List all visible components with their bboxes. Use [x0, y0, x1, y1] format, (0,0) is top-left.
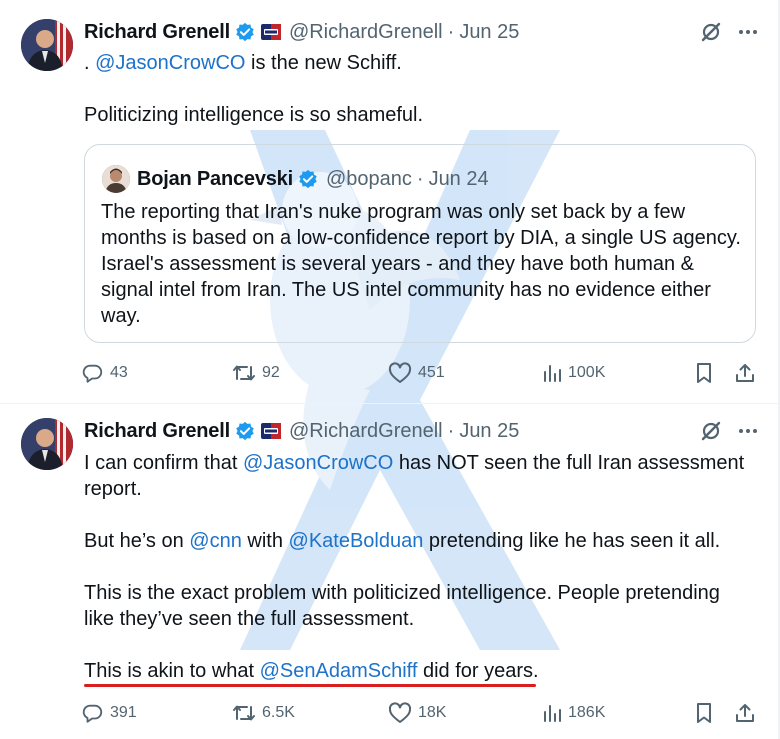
reply-count: 43	[110, 364, 128, 381]
tweet[interactable]: Richard Grenell @RichardGrenell · Jun 25…	[0, 405, 780, 739]
text-span: with	[241, 530, 289, 552]
quote-date: Jun 24	[428, 167, 489, 190]
like-button[interactable]: 451	[388, 360, 445, 386]
views-count: 186K	[568, 704, 606, 721]
mention-link[interactable]: @JasonCrowCO	[243, 452, 393, 474]
text-span: .	[84, 52, 96, 74]
repost-count: 6.5K	[262, 704, 295, 721]
verified-badge-icon	[299, 169, 317, 189]
tweet-header: Richard Grenell @RichardGrenell · Jun 25	[84, 19, 519, 45]
verified-badge-icon	[236, 421, 254, 441]
separator-dot: ·	[416, 167, 424, 190]
mention-link[interactable]: @SenAdamSchiff	[260, 660, 418, 682]
share-button[interactable]	[734, 360, 756, 386]
mention-link[interactable]: @KateBolduan	[289, 530, 424, 552]
text-span: This is akin to what	[84, 660, 260, 682]
text-line: This is the exact problem with politiciz…	[84, 582, 720, 630]
mention-link[interactable]: @cnn	[189, 530, 242, 552]
views-icon	[544, 365, 561, 382]
bookmark-icon	[697, 363, 711, 383]
text-span: I can confirm that	[84, 452, 243, 474]
quote-text: The reporting that Iran's nuke program w…	[101, 201, 741, 327]
tweet-text: I can confirm that @JasonCrowCO has NOT …	[84, 450, 754, 684]
bookmark-button[interactable]	[694, 360, 714, 386]
tweet-top-actions	[700, 418, 758, 444]
grok-icon[interactable]	[700, 420, 722, 442]
reply-button[interactable]: 391	[82, 700, 137, 726]
views-count: 100K	[568, 364, 606, 381]
reply-count: 391	[110, 704, 137, 721]
like-count: 451	[418, 364, 445, 381]
author-handle[interactable]: @RichardGrenell	[289, 420, 443, 443]
views-button[interactable]: 186K	[542, 700, 605, 726]
like-icon	[388, 702, 412, 723]
repost-button[interactable]: 6.5K	[232, 700, 295, 726]
tweet-date[interactable]: Jun 25	[459, 21, 519, 44]
tweet-top-actions	[700, 19, 758, 45]
text-span: pretending like he has seen it all.	[423, 530, 721, 552]
bookmark-button[interactable]	[694, 700, 714, 726]
affiliate-flag-icon[interactable]	[260, 423, 281, 439]
more-icon[interactable]	[738, 421, 758, 441]
more-icon[interactable]	[738, 22, 758, 42]
share-icon	[736, 364, 754, 382]
bookmark-icon	[697, 703, 711, 723]
repost-button[interactable]: 92	[232, 360, 280, 386]
quote-author-name: Bojan Pancevski	[137, 167, 293, 190]
separator-dot: ·	[447, 20, 455, 43]
text-line: Politicizing intelligence is so shameful…	[84, 104, 424, 126]
author-name[interactable]: Richard Grenell	[84, 420, 230, 443]
verified-badge-icon	[236, 22, 254, 42]
text-span: is the new Schiff.	[245, 52, 402, 74]
quote-avatar	[102, 165, 130, 193]
share-button[interactable]	[734, 700, 756, 726]
quote-author-handle: @bopanc	[325, 167, 412, 190]
like-icon	[388, 362, 412, 383]
tweet[interactable]: Richard Grenell @RichardGrenell · Jun 25…	[0, 0, 780, 404]
repost-icon	[233, 705, 255, 721]
tweet-text: . @JasonCrowCO is the new Schiff. Politi…	[84, 50, 754, 128]
reply-icon	[82, 704, 103, 723]
like-count: 18K	[418, 704, 447, 721]
reply-icon	[82, 364, 103, 383]
mention-link[interactable]: @JasonCrowCO	[95, 52, 245, 74]
grok-icon[interactable]	[700, 21, 722, 43]
tweet-actions: 43 92 451 100K	[82, 360, 762, 386]
views-button[interactable]: 100K	[542, 360, 605, 386]
red-underline-annotation	[84, 684, 536, 687]
text-span: But he’s on	[84, 530, 190, 552]
author-handle[interactable]: @RichardGrenell	[289, 21, 443, 44]
share-icon	[736, 704, 754, 722]
text-span: did for years.	[417, 660, 539, 682]
tweet-date[interactable]: Jun 25	[459, 420, 519, 443]
avatar[interactable]	[21, 19, 73, 71]
avatar[interactable]	[21, 418, 73, 470]
affiliate-flag-icon[interactable]	[260, 24, 281, 40]
quoted-tweet[interactable]: Bojan Pancevski @bopanc · Jun 24 The rep…	[84, 144, 756, 343]
views-icon	[544, 705, 561, 722]
repost-icon	[233, 365, 255, 381]
separator-dot: ·	[447, 419, 455, 442]
like-button[interactable]: 18K	[388, 700, 446, 726]
author-name[interactable]: Richard Grenell	[84, 21, 230, 44]
repost-count: 92	[262, 364, 280, 381]
tweet-actions: 391 6.5K 18K 186K	[82, 700, 762, 726]
reply-button[interactable]: 43	[82, 360, 128, 386]
quote-header: Bojan Pancevski @bopanc · Jun 24	[137, 166, 489, 192]
tweet-header: Richard Grenell @RichardGrenell · Jun 25	[84, 418, 519, 444]
